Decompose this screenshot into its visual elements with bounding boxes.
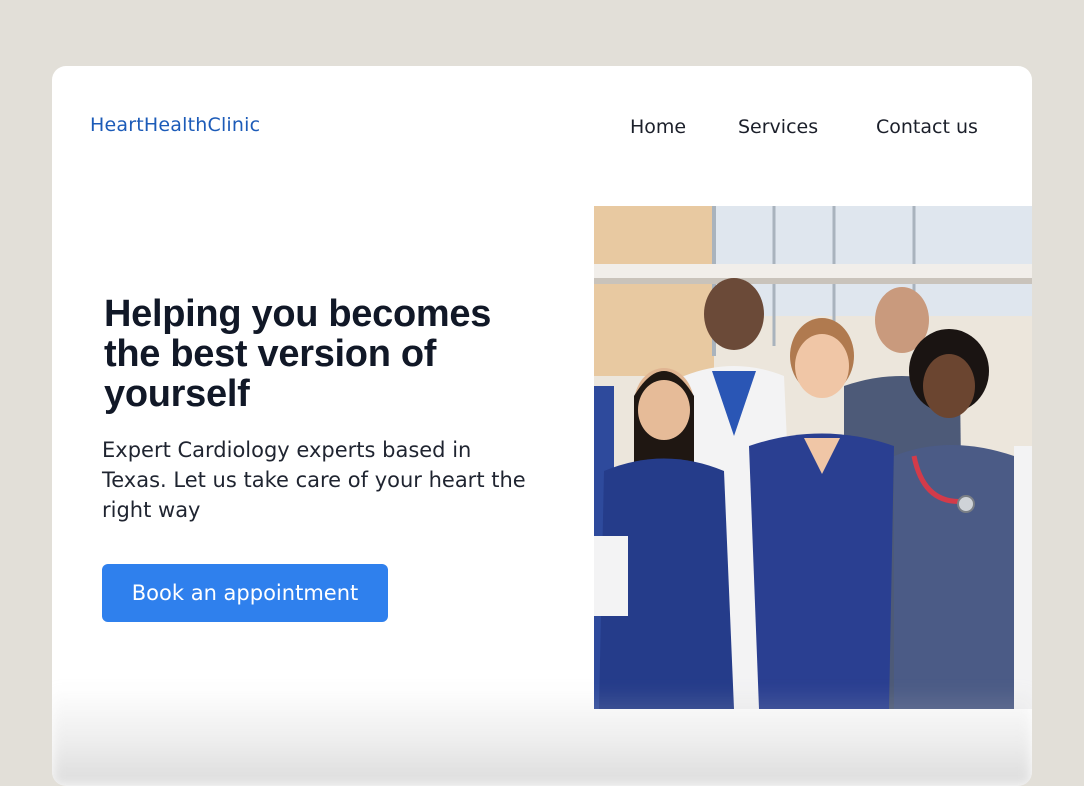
nav-link-services[interactable]: Services (738, 116, 818, 138)
hero-subtitle: Expert Cardiology experts based in Texas… (102, 438, 526, 522)
book-appointment-button[interactable]: Book an appointment (102, 564, 388, 622)
hero-image (594, 206, 1032, 709)
medical-team-illustration (594, 206, 1032, 709)
main-nav: Home Services Contact us (52, 116, 1032, 140)
nav-link-contact[interactable]: Contact us (876, 116, 978, 138)
nav-link-home[interactable]: Home (630, 116, 686, 138)
hero-title: Helping you becomes the best version of … (104, 293, 492, 415)
page-card: HeartHealthClinic Home Services Contact … (52, 66, 1032, 786)
footer-shadow (52, 686, 1032, 786)
